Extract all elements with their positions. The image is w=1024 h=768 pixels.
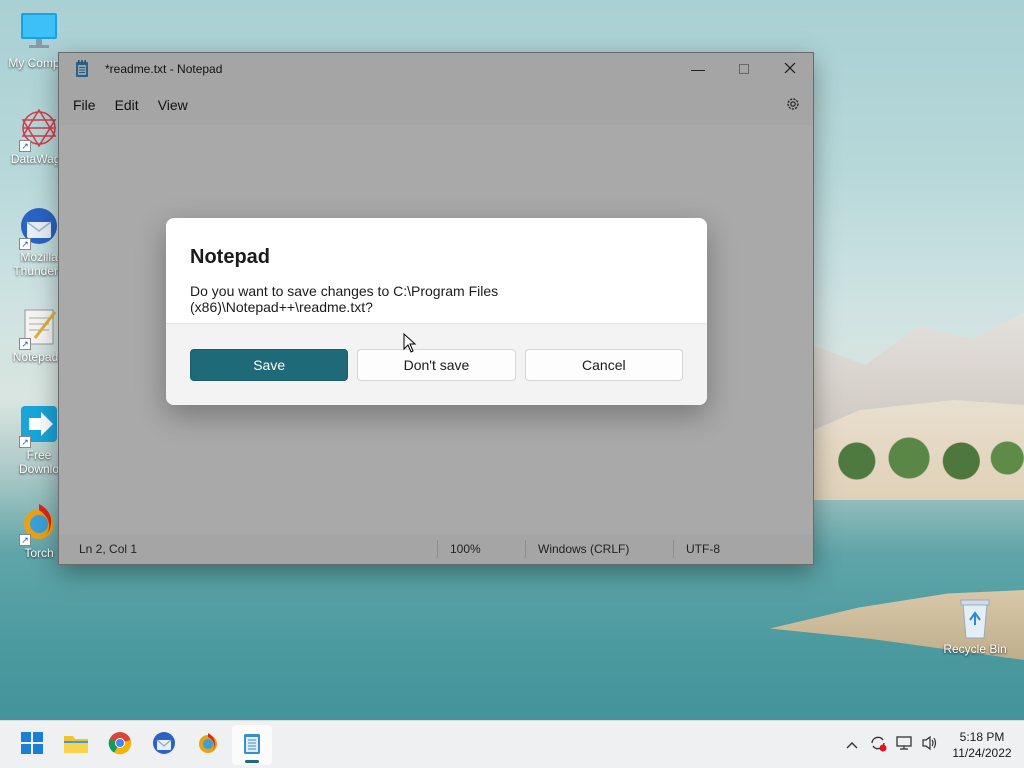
recycle-bin-label: Recycle Bin	[943, 642, 1007, 656]
shortcut-arrow-icon: ↗	[19, 534, 31, 546]
torch-browser-icon: ↗	[17, 500, 61, 546]
monitor-icon	[17, 10, 61, 54]
shortcut-arrow-icon: ↗	[19, 338, 31, 350]
taskbar-notepad[interactable]	[232, 724, 272, 765]
taskbar-torch[interactable]	[188, 725, 228, 765]
cancel-button[interactable]: Cancel	[524, 348, 683, 381]
mouse-cursor-icon	[403, 332, 417, 353]
notepadpp-icon: ↗	[17, 304, 61, 350]
free-download-manager-icon: ↗	[17, 402, 61, 448]
notepad-icon	[242, 731, 262, 759]
shortcut-arrow-icon: ↗	[19, 238, 31, 250]
torch-icon	[196, 731, 220, 759]
taskbar-file-explorer[interactable]	[56, 725, 96, 765]
chevron-up-icon	[846, 738, 858, 753]
tray-network[interactable]	[892, 733, 916, 757]
start-icon	[21, 731, 43, 758]
shortcut-arrow-icon: ↗	[19, 140, 31, 152]
speaker-icon	[921, 735, 939, 755]
dont-save-button[interactable]: Don't save	[357, 348, 516, 381]
clock-date: 11/24/2022	[952, 746, 1012, 760]
clock-time: 5:18 PM	[959, 730, 1005, 744]
wallpaper-trees	[815, 425, 1024, 485]
taskbar-clock[interactable]: 5:18 PM 11/24/2022	[944, 729, 1020, 761]
save-changes-dialog: Notepad Do you want to save changes to C…	[166, 218, 707, 405]
datawago-icon: ↗	[17, 106, 61, 152]
taskbar: 5:18 PM 11/24/2022	[0, 720, 1024, 768]
dialog-message: Do you want to save changes to C:\Progra…	[190, 283, 499, 315]
save-button[interactable]: Save	[190, 348, 349, 381]
start-button[interactable]	[12, 725, 52, 765]
thunderbird-icon	[152, 731, 176, 759]
system-tray: 5:18 PM 11/24/2022	[840, 721, 1024, 768]
shortcut-arrow-icon: ↗	[19, 436, 31, 448]
chrome-icon	[108, 731, 132, 759]
taskbar-thunderbird[interactable]	[144, 725, 184, 765]
show-hidden-icons-button[interactable]	[840, 733, 864, 757]
desktop-icon-recycle-bin[interactable]: Recycle Bin	[940, 596, 1010, 656]
tray-sync[interactable]	[866, 733, 890, 757]
network-icon	[895, 735, 913, 755]
dialog-title: Notepad	[190, 246, 270, 268]
recycle-bin-icon	[955, 596, 995, 640]
file-explorer-icon	[63, 732, 89, 758]
sync-icon	[869, 734, 887, 756]
tray-volume[interactable]	[918, 733, 942, 757]
thunderbird-icon: ↗	[17, 204, 61, 250]
taskbar-chrome[interactable]	[100, 725, 140, 765]
